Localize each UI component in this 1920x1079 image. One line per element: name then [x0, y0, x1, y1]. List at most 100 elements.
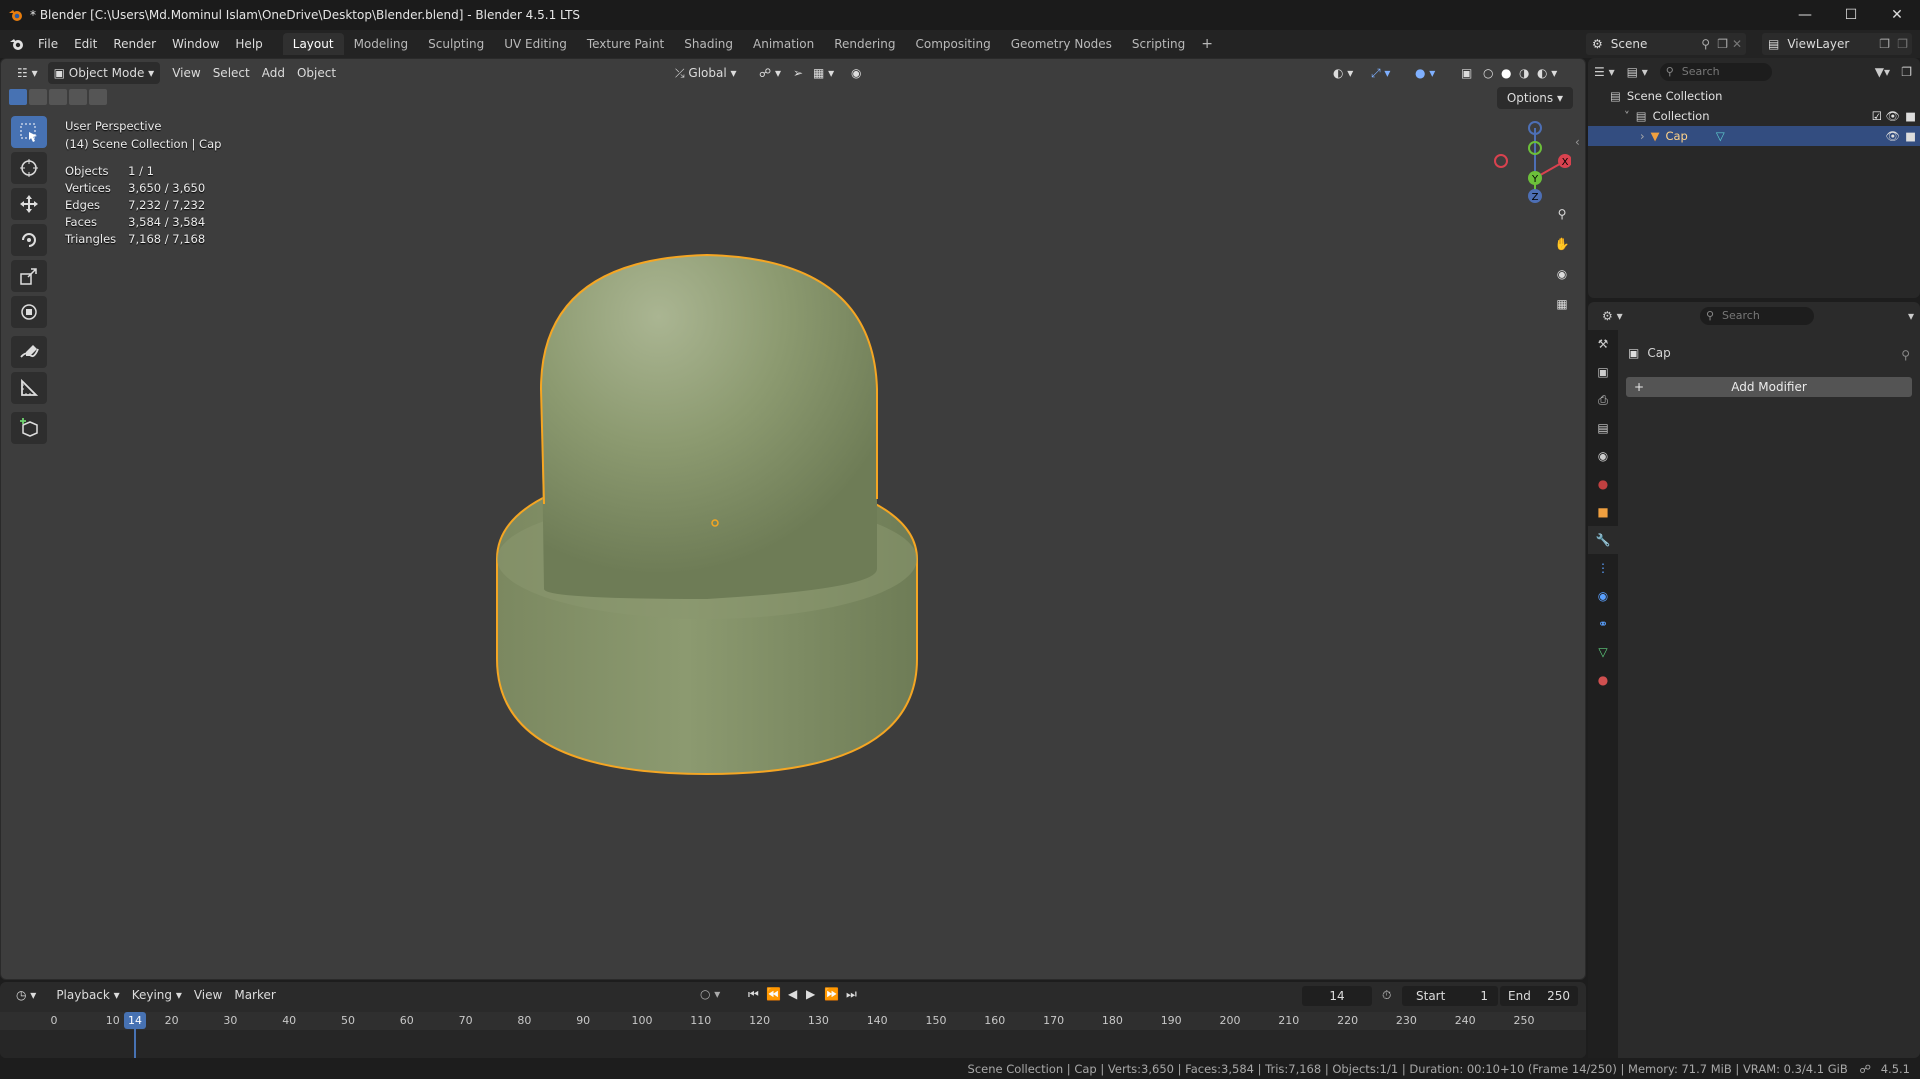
measure-tool[interactable] — [11, 372, 47, 404]
properties-options-chevron-icon[interactable]: ▾ — [1908, 309, 1914, 323]
remove-view-layer-icon[interactable]: ❐ — [1897, 37, 1908, 51]
navigation-gizmo[interactable]: X Y Z — [1491, 114, 1571, 204]
menu-help[interactable]: Help — [227, 30, 270, 58]
menu-timeline-view[interactable]: View — [188, 984, 228, 1006]
tab-particles-icon[interactable]: ⋮ — [1588, 554, 1618, 582]
display-mode-icon[interactable]: ▤ ▾ — [1627, 65, 1648, 79]
tab-object-icon[interactable]: ■ — [1588, 498, 1618, 526]
mesh-data-icon[interactable]: ▽ — [1716, 129, 1725, 143]
menu-view[interactable]: View — [166, 62, 206, 84]
exclude-checkbox[interactable]: ☑ — [1872, 109, 1882, 123]
tab-material-icon[interactable]: ● — [1588, 666, 1618, 694]
tab-view-layer-icon[interactable]: ▤ — [1588, 414, 1618, 442]
tab-render-icon[interactable]: ▣ — [1588, 358, 1618, 386]
camera-view-icon[interactable]: ◉ — [1548, 261, 1576, 287]
transform-tool[interactable] — [11, 296, 47, 328]
select-box-tool[interactable] — [11, 116, 47, 148]
menu-select[interactable]: Select — [207, 62, 256, 84]
tab-rendering[interactable]: Rendering — [824, 33, 905, 55]
menu-edit[interactable]: Edit — [66, 30, 105, 58]
close-window-button[interactable]: ✕ — [1874, 0, 1920, 30]
tab-texture-paint[interactable]: Texture Paint — [577, 33, 674, 55]
visibility-eye-icon[interactable]: 👁 — [1885, 109, 1900, 123]
tab-modeling[interactable]: Modeling — [344, 33, 419, 55]
expand-chevron-icon[interactable]: ˅ — [1624, 109, 1630, 123]
start-frame-field[interactable]: Start 1 — [1402, 986, 1498, 1006]
new-scene-icon[interactable]: ❐ — [1717, 37, 1728, 51]
annotate-tool[interactable] — [11, 336, 47, 368]
tab-geometry-nodes[interactable]: Geometry Nodes — [1001, 33, 1122, 55]
menu-marker[interactable]: Marker — [228, 984, 281, 1006]
properties-search-input[interactable]: ⚲ Search — [1700, 307, 1814, 325]
blender-menu-icon[interactable] — [4, 30, 30, 58]
outliner-row-cap[interactable]: › ▼ Cap ▽ 👁 ■ — [1588, 126, 1920, 146]
maximize-button[interactable]: ☐ — [1828, 0, 1874, 30]
menu-add[interactable]: Add — [256, 62, 291, 84]
new-collection-icon[interactable]: ❐ — [1901, 65, 1912, 79]
end-frame-field[interactable]: End 250 — [1500, 986, 1578, 1006]
play-icon[interactable]: ▶ — [806, 987, 815, 1001]
scene-selector[interactable]: ⚙ Scene ⚲ ❐ ✕ — [1586, 33, 1746, 55]
rendered-shading-icon[interactable]: ◐ ▾ — [1531, 62, 1563, 84]
select-subtract-icon[interactable] — [49, 89, 67, 105]
add-modifier-button[interactable]: + Add Modifier — [1626, 377, 1912, 397]
select-invert-icon[interactable] — [69, 89, 87, 105]
tab-scene-icon[interactable]: ◉ — [1588, 442, 1618, 470]
select-new-icon[interactable] — [9, 89, 27, 105]
timeline-editor-type-icon[interactable]: ◷ ▾ — [10, 984, 42, 1006]
prev-keyframe-icon[interactable]: ⏪ — [766, 987, 781, 1001]
tab-data-icon[interactable]: ▽ — [1588, 638, 1618, 666]
rotate-tool[interactable] — [11, 224, 47, 256]
outliner-row-scene-collection[interactable]: ▤ Scene Collection — [1588, 86, 1920, 106]
visibility-dropdown[interactable]: ◐ ▾ — [1327, 62, 1359, 84]
pin-icon[interactable]: ⚲ — [1701, 37, 1710, 51]
pivot-point-dropdown[interactable]: ☍ ▾ — [753, 62, 787, 84]
select-extend-icon[interactable] — [29, 89, 47, 105]
tab-modifiers-wrench-icon[interactable]: 🔧 — [1588, 526, 1618, 554]
minimize-button[interactable]: — — [1782, 0, 1828, 30]
next-keyframe-icon[interactable]: ⏩ — [824, 987, 839, 1001]
render-camera-icon[interactable]: ■ — [1905, 109, 1916, 123]
transform-orientation-dropdown[interactable]: ⤰ Global ▾ — [669, 62, 743, 84]
filter-icon[interactable]: ▼▾ — [1875, 65, 1890, 79]
snap-toggle-icon[interactable]: ➢ — [787, 62, 809, 84]
visibility-eye-icon[interactable]: 👁 — [1885, 129, 1900, 143]
outliner-search-input[interactable]: ⚲ Search — [1659, 63, 1772, 81]
auto-keying-icon[interactable]: ○ ▾ — [700, 987, 720, 1001]
tab-output-icon[interactable]: ⎙ — [1588, 386, 1618, 414]
render-camera-icon[interactable]: ■ — [1905, 129, 1916, 143]
new-view-layer-icon[interactable]: ❐ — [1879, 37, 1890, 51]
sidebar-toggle-icon[interactable]: ‹ — [1575, 135, 1580, 149]
tab-scripting[interactable]: Scripting — [1122, 33, 1195, 55]
jump-start-icon[interactable]: ⏮ — [748, 987, 759, 1002]
tab-sculpting[interactable]: Sculpting — [418, 33, 494, 55]
menu-window[interactable]: Window — [164, 30, 227, 58]
play-reverse-icon[interactable]: ◀ — [788, 987, 797, 1001]
proportional-edit-icon[interactable]: ◉ — [845, 62, 867, 84]
snap-target-dropdown[interactable]: ▦ ▾ — [807, 62, 840, 84]
add-cube-tool[interactable] — [11, 412, 47, 444]
pin-icon[interactable]: ⚲ — [1901, 348, 1910, 362]
tab-world-icon[interactable]: ● — [1588, 470, 1618, 498]
perspective-toggle-icon[interactable]: ▦ — [1548, 291, 1576, 317]
tab-shading[interactable]: Shading — [674, 33, 743, 55]
cap-object[interactable] — [481, 229, 941, 799]
tab-physics-icon[interactable]: ◉ — [1588, 582, 1618, 610]
remove-scene-icon[interactable]: ✕ — [1732, 37, 1742, 51]
cursor-tool[interactable] — [11, 152, 47, 184]
menu-render[interactable]: Render — [105, 30, 164, 58]
scale-tool[interactable] — [11, 260, 47, 292]
jump-end-icon[interactable]: ⏭ — [846, 987, 857, 1002]
move-tool[interactable] — [11, 188, 47, 220]
overlays-toggle-icon[interactable]: ● ▾ — [1409, 62, 1441, 84]
tab-uv-editing[interactable]: UV Editing — [494, 33, 577, 55]
add-workspace-button[interactable]: + — [1195, 36, 1219, 52]
outliner-editor-type-icon[interactable]: ☰ ▾ — [1594, 65, 1615, 79]
timeline-track[interactable] — [0, 1030, 1586, 1058]
current-frame-field[interactable]: 14 — [1302, 986, 1372, 1006]
view-layer-selector[interactable]: ▤ ViewLayer ❐ ❐ — [1762, 33, 1912, 55]
gizmo-neg-x-icon[interactable] — [1494, 154, 1508, 168]
outliner-row-collection[interactable]: ˅ ▤ Collection ☑ 👁 ■ — [1588, 106, 1920, 126]
properties-editor-type-icon[interactable]: ⚙ ▾ — [1602, 309, 1623, 323]
menu-playback[interactable]: Playback ▾ — [50, 984, 125, 1006]
